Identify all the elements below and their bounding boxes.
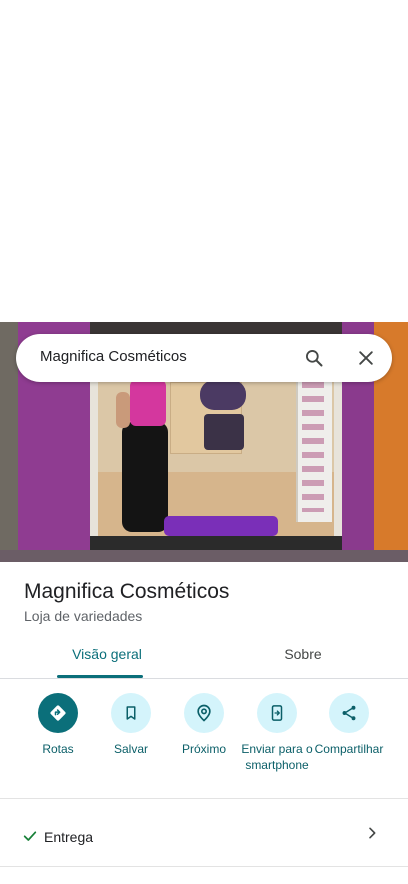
chevron-right-icon[interactable] [364, 825, 380, 841]
directions-label: Rotas [42, 742, 74, 756]
photo-mat [164, 516, 278, 536]
save-button[interactable]: Salvar [93, 693, 169, 757]
tab-about[interactable]: Sobre [250, 646, 356, 678]
photo-balloons [200, 380, 246, 410]
save-label: Salvar [113, 742, 148, 756]
bottom-divider [0, 866, 408, 867]
delivery-row[interactable]: Entrega [0, 816, 408, 856]
bookmark-icon [111, 693, 151, 733]
photo-bag [204, 414, 244, 450]
photo-step [90, 536, 342, 550]
nearby-icon [184, 693, 224, 733]
nearby-button[interactable]: Próximo [166, 693, 242, 757]
nearby-label: Próximo [181, 742, 226, 756]
directions-button[interactable]: Rotas [20, 693, 96, 757]
search-input[interactable]: Magnifica Cosméticos [40, 348, 187, 365]
share-button[interactable]: Compartilhar [311, 693, 387, 757]
blank-area [0, 0, 408, 322]
photo-person-legs [122, 422, 168, 532]
tabs-divider [0, 678, 408, 679]
send-to-phone-button[interactable]: Enviar para o smartphone [239, 693, 315, 773]
photo-person-top [130, 380, 166, 426]
place-category[interactable]: Loja de variedades [24, 608, 142, 624]
search-icon[interactable] [304, 348, 324, 368]
directions-icon [38, 693, 78, 733]
share-label: Compartilhar [314, 742, 384, 756]
delivery-label: Entrega [44, 829, 94, 845]
photo-lintel [90, 322, 342, 334]
check-icon [22, 828, 38, 844]
close-icon[interactable] [356, 348, 376, 368]
search-bar[interactable]: Magnifica Cosméticos [16, 334, 392, 382]
photo-shelf-products [302, 382, 324, 512]
tab-overview[interactable]: Visão geral [52, 646, 162, 678]
photo-person-arm [116, 392, 130, 428]
place-title: Magnifica Cosméticos [24, 580, 230, 603]
send-to-phone-label: Enviar para o smartphone [241, 742, 313, 772]
send-to-phone-icon [257, 693, 297, 733]
section-divider [0, 798, 408, 799]
photo-sidewalk [0, 550, 408, 562]
share-icon [329, 693, 369, 733]
